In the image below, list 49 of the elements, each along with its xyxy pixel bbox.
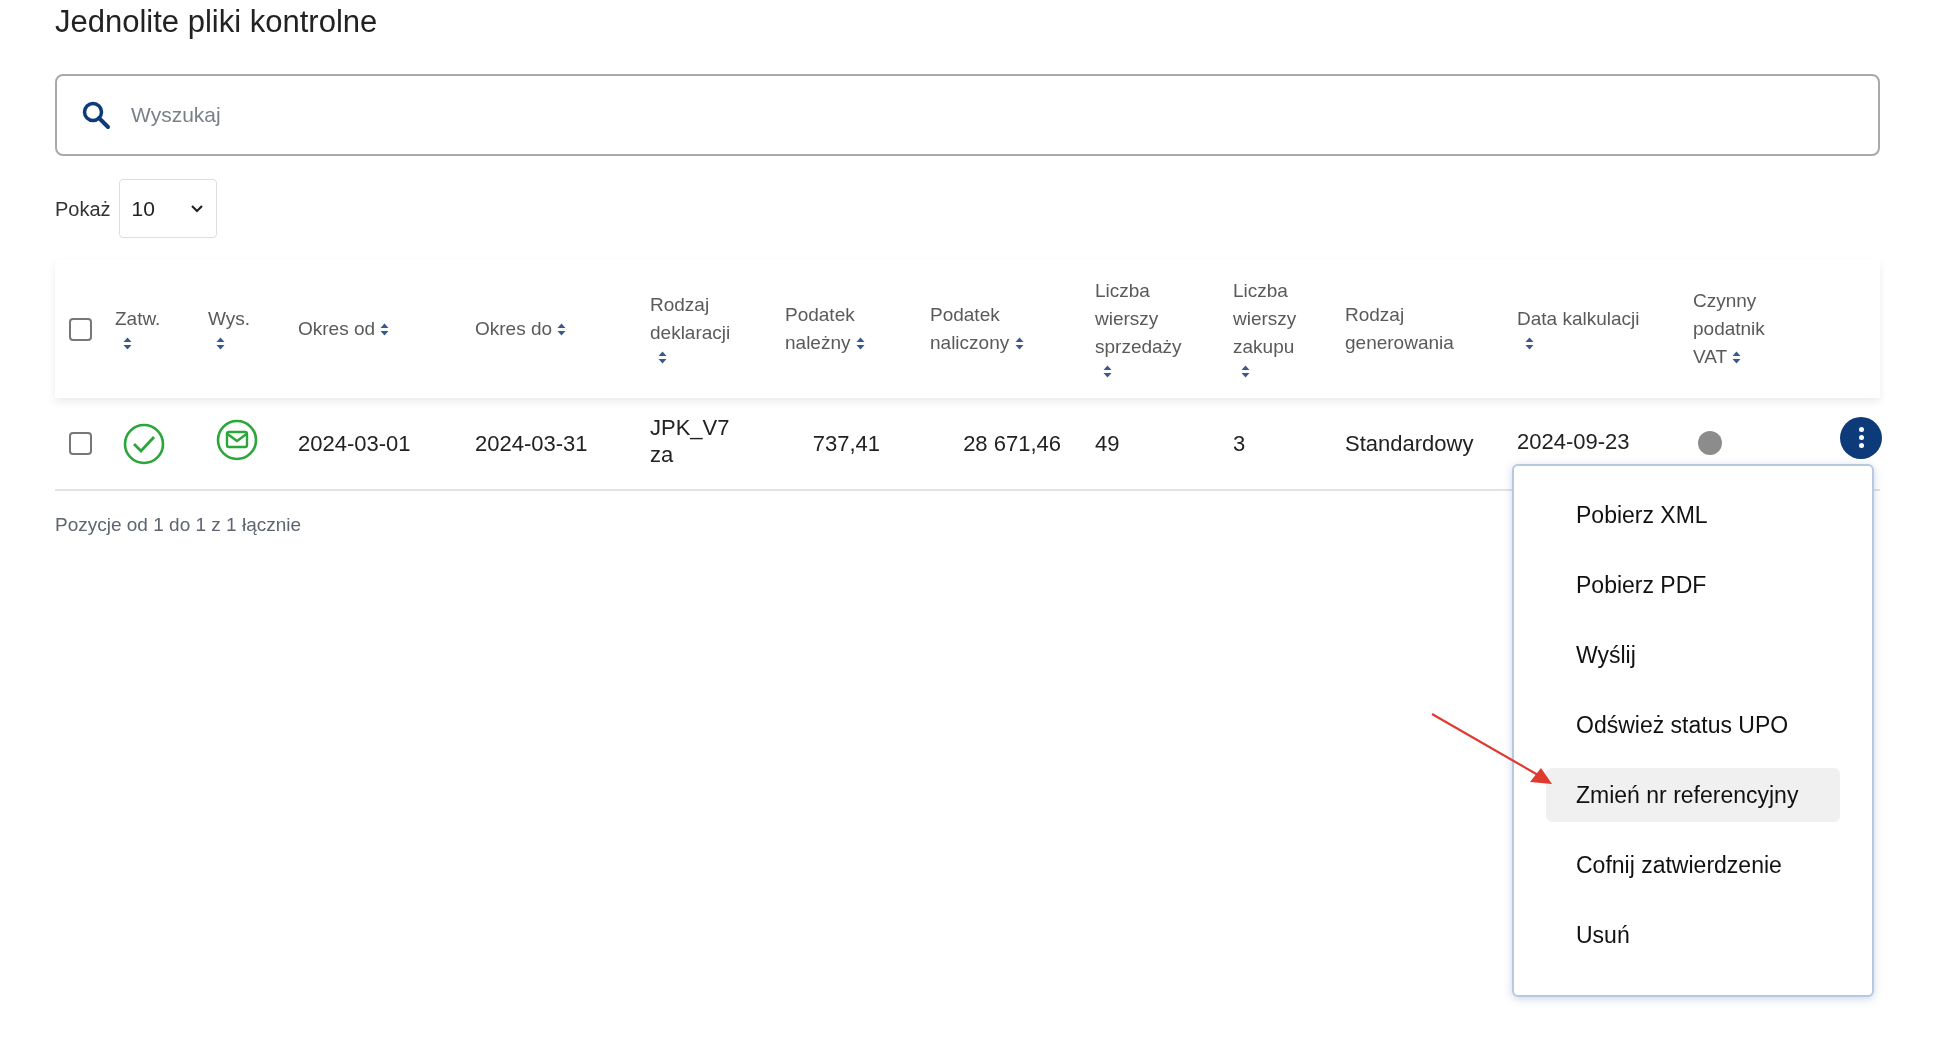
sort-icon[interactable] (1014, 337, 1024, 351)
menu-item[interactable]: Cofnij zatwierdzenie (1546, 838, 1840, 892)
table-cell: 49 (1095, 431, 1120, 456)
sort-icon[interactable] (1241, 365, 1250, 379)
sort-icon[interactable] (216, 337, 225, 351)
menu-item[interactable]: Pobierz XML (1546, 488, 1840, 542)
table-cell: 737,41 (812, 431, 880, 456)
page-size-select[interactable]: 10 (118, 179, 217, 238)
menu-item[interactable]: Pobierz PDF (1546, 558, 1840, 612)
sort-icon[interactable] (658, 351, 667, 365)
column-header[interactable]: Zatw. (115, 305, 202, 333)
column-header[interactable]: Podatek należny (785, 301, 924, 357)
more-button[interactable] (1840, 416, 1882, 459)
column-header[interactable]: Liczba wierszy sprzedaży (1095, 277, 1227, 361)
column-header[interactable]: Rodzaj generowania (1345, 301, 1511, 357)
column-header[interactable]: Okres do (475, 315, 644, 343)
table-cell: 2024-03-31 (475, 431, 588, 456)
column-header[interactable]: Data kalkulacji (1517, 305, 1687, 333)
table-cell: 2024-03-01 (298, 431, 411, 456)
menu-item[interactable]: Zmień nr referencyjny (1546, 768, 1840, 822)
sort-icon[interactable] (380, 323, 390, 337)
table-cell: JPK_V7 za (650, 414, 730, 467)
page-size-label: Pokaż (55, 196, 111, 222)
table-cell: 3 (1233, 431, 1246, 456)
checkbox[interactable] (69, 432, 92, 455)
table-cell: 28 671,46 (963, 431, 1061, 456)
sort-icon[interactable] (855, 337, 865, 351)
menu-item[interactable]: Wyślij (1546, 628, 1840, 682)
sort-icon[interactable] (1525, 337, 1534, 351)
sort-icon[interactable] (557, 323, 567, 337)
column-header[interactable]: Wys. (208, 305, 292, 333)
column-header[interactable]: Liczba wierszy zakupu (1233, 277, 1339, 361)
sort-icon[interactable] (1732, 351, 1742, 365)
column-header[interactable]: Czynny podatnik VAT (1693, 287, 1804, 371)
table-cell: 2024-09-23 (1517, 429, 1630, 454)
chevron-down-icon (189, 204, 204, 213)
table-cell: Standardowy (1345, 431, 1474, 456)
column-header[interactable]: Podatek naliczony (930, 301, 1089, 357)
sort-icon[interactable] (123, 337, 132, 351)
menu-item[interactable]: Usuń (1546, 908, 1840, 962)
column-header[interactable]: Okres od (298, 315, 469, 343)
search-icon (81, 100, 111, 130)
table-info-text: Pozycje od 1 do 1 z 1 łącznie (55, 513, 302, 537)
sort-icon[interactable] (1103, 365, 1112, 379)
menu-item[interactable]: Odśwież status UPO (1546, 698, 1840, 752)
column-header[interactable]: Rodzaj deklaracji (650, 291, 779, 347)
checkbox[interactable] (69, 317, 92, 341)
search-field[interactable]: Wyszukaj (55, 74, 1880, 156)
page-title: Jednolite pliki kontrolne (55, 3, 379, 37)
